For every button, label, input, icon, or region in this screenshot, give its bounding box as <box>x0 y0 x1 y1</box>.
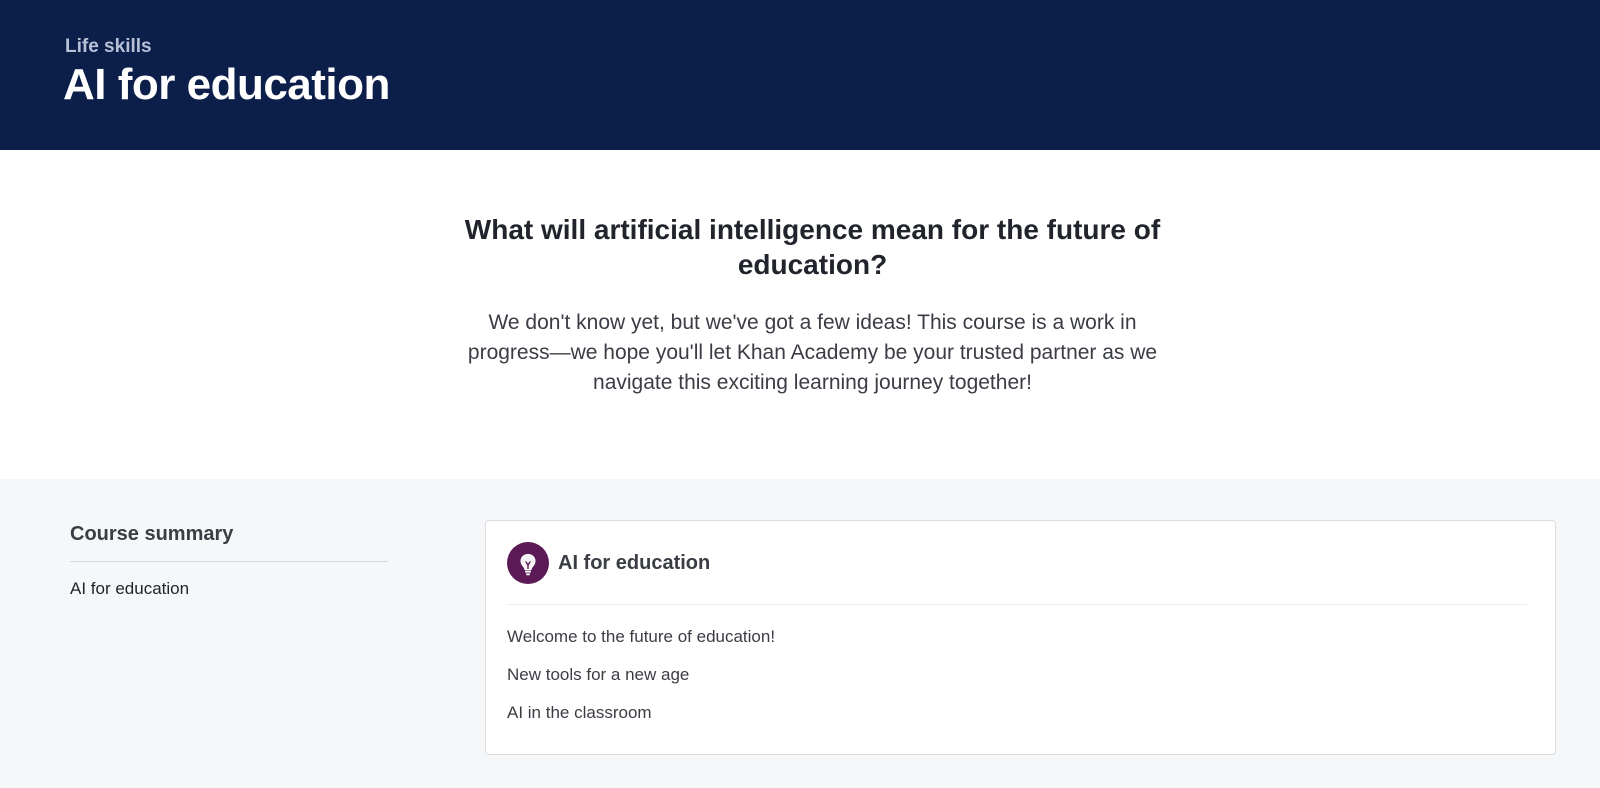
divider <box>70 561 388 562</box>
intro-description: We don't know yet, but we've got a few i… <box>467 311 1158 394</box>
unit-card: AI for education Welcome to the future o… <box>485 520 1556 755</box>
lesson-link-ai-classroom[interactable]: AI in the classroom <box>507 703 652 723</box>
intro-heading: What will artificial intelligence mean f… <box>464 214 1161 280</box>
course-summary-title: Course summary <box>70 523 234 545</box>
breadcrumb-link[interactable]: Life skills <box>65 36 152 58</box>
lesson-link-welcome[interactable]: Welcome to the future of education! <box>507 627 775 647</box>
course-header: Life skills AI for education <box>0 0 1600 150</box>
page-title: AI for education <box>63 60 390 109</box>
lesson-link-new-tools[interactable]: New tools for a new age <box>507 665 689 685</box>
course-content: Course summary AI for education AI for e… <box>0 479 1600 788</box>
lightbulb-icon <box>507 542 549 584</box>
summary-item-ai-for-education[interactable]: AI for education <box>70 579 189 599</box>
course-intro: What will artificial intelligence mean f… <box>0 150 1600 479</box>
unit-title-link[interactable]: AI for education <box>558 552 710 575</box>
divider <box>507 604 1527 605</box>
